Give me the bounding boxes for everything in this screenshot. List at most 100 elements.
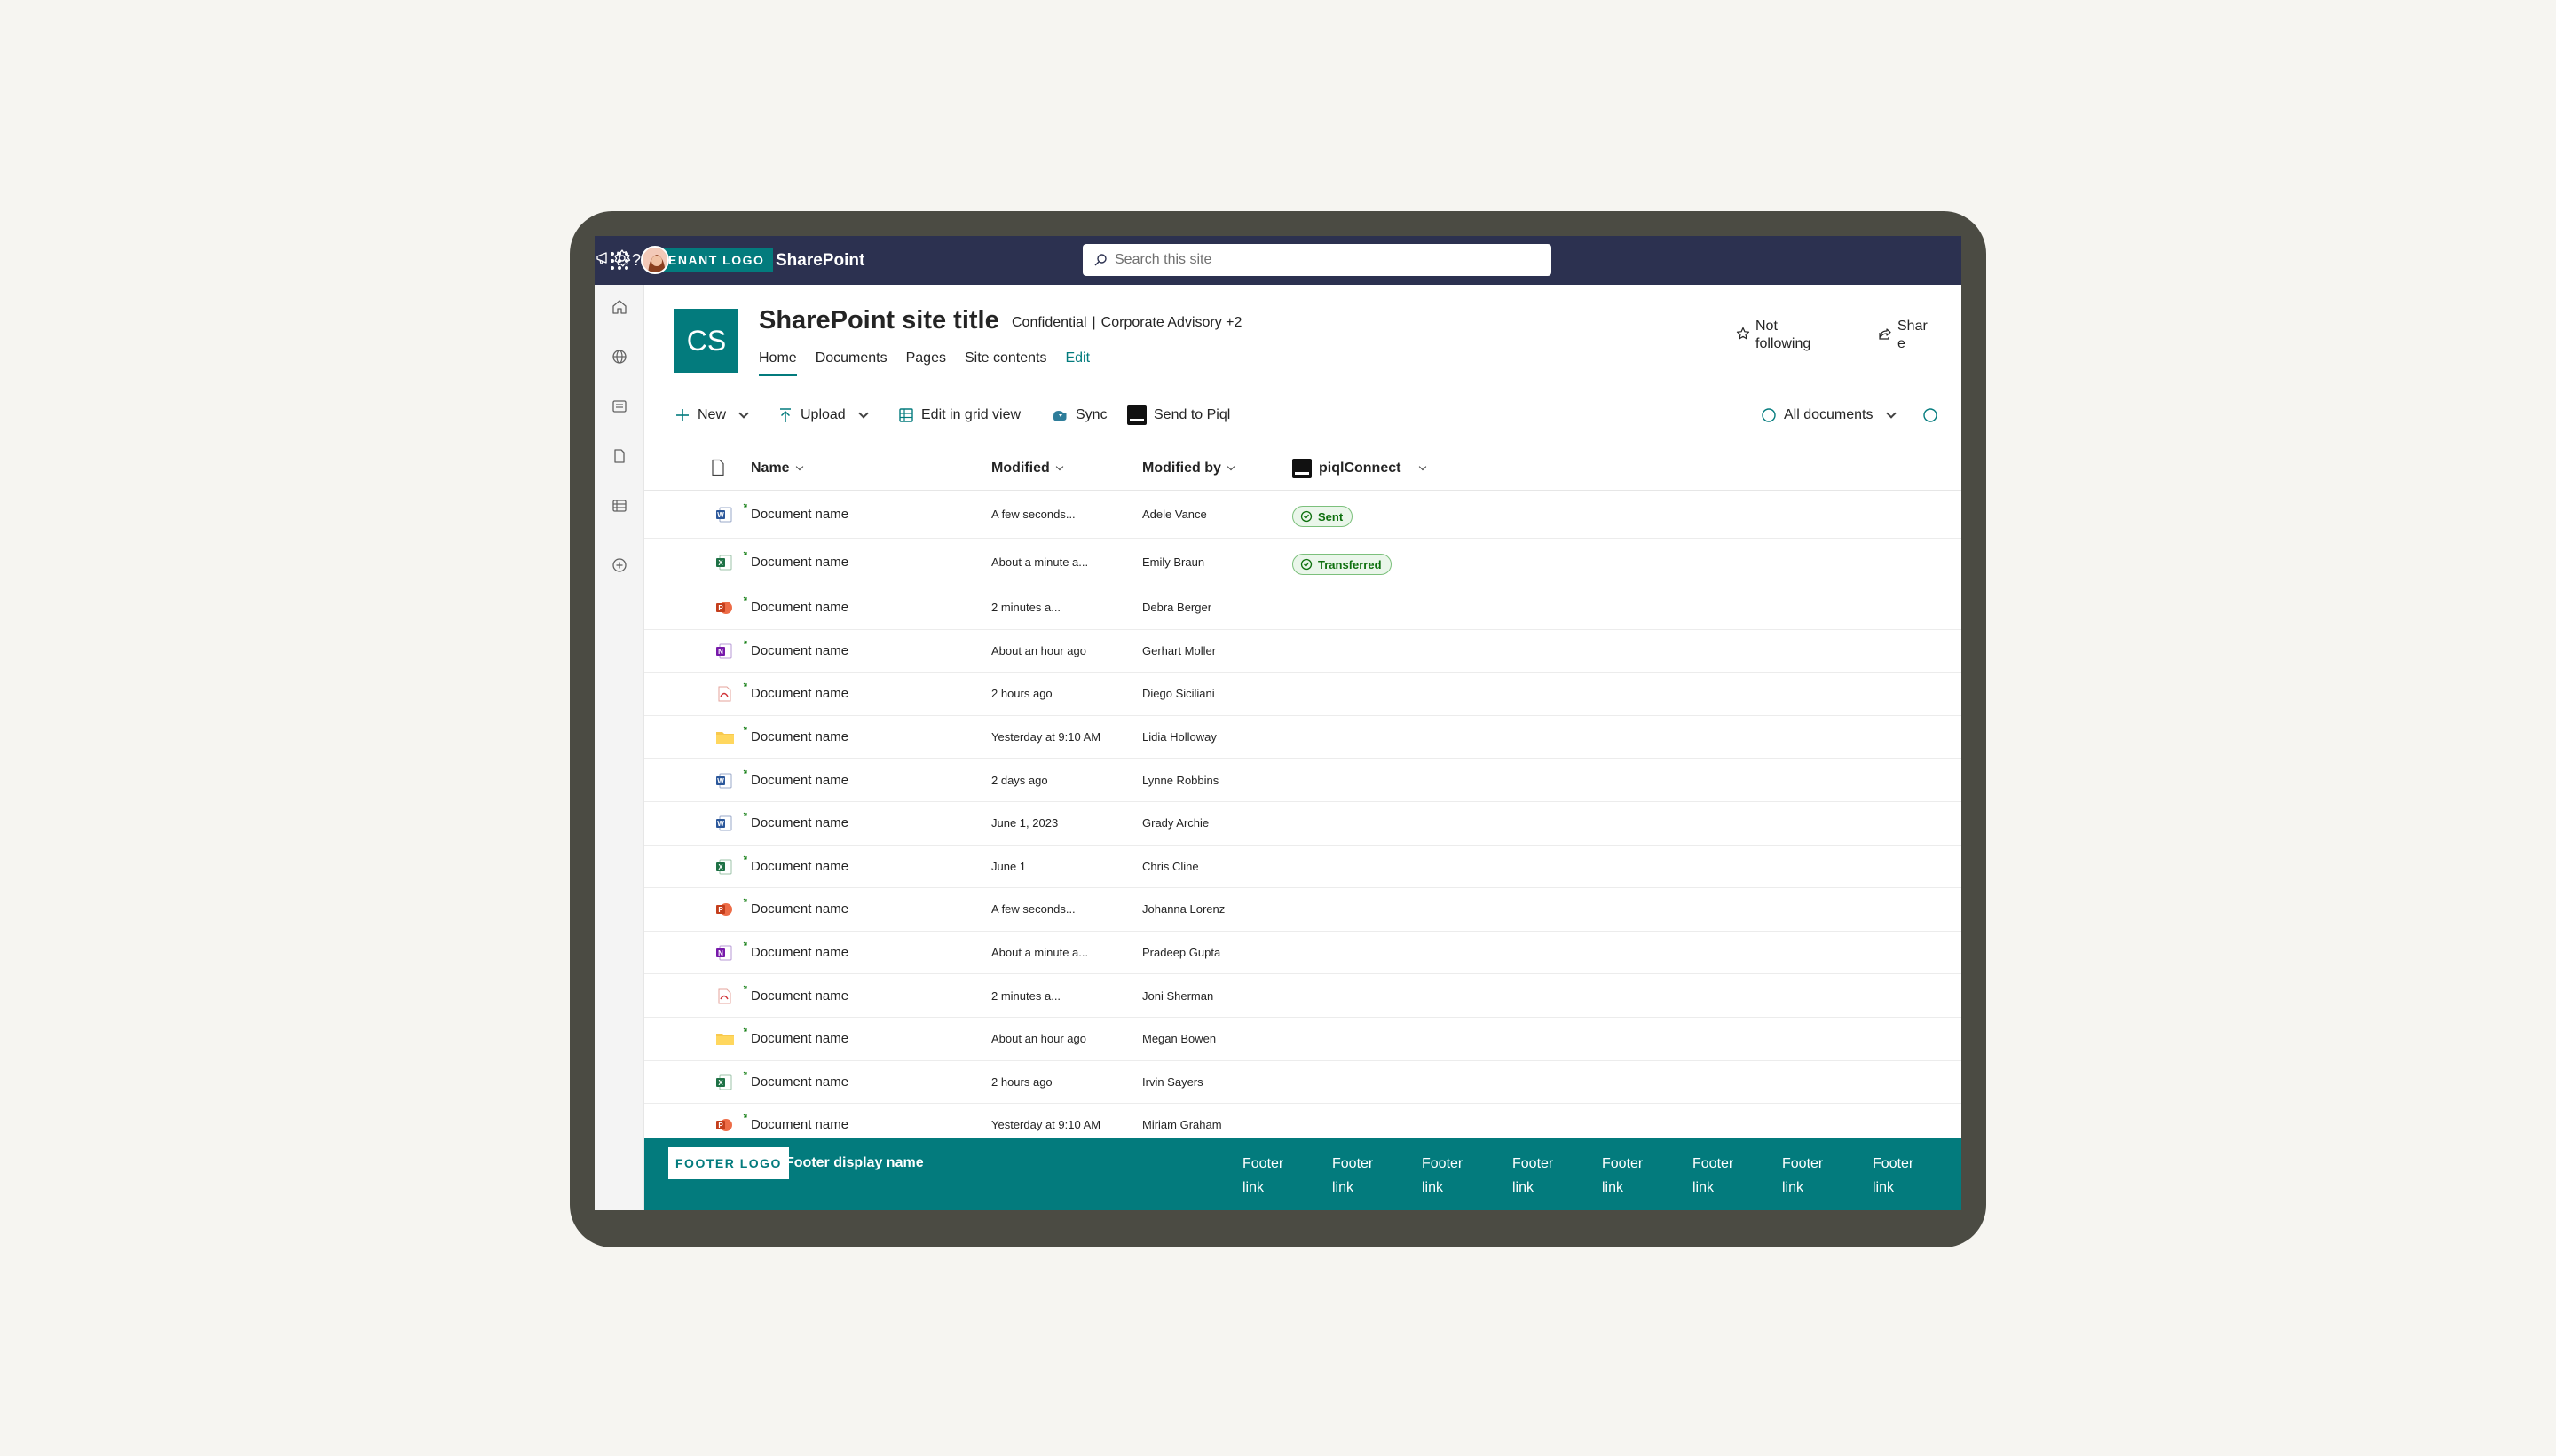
document-name-link[interactable]: Document name — [751, 507, 848, 523]
modified-cell: 2 hours ago — [991, 687, 1053, 701]
modified-by-cell[interactable]: Chris Cline — [1142, 859, 1199, 875]
document-name-link[interactable]: Document name — [751, 1117, 848, 1133]
new-button[interactable]: New — [674, 402, 749, 429]
document-name-link[interactable]: Document name — [751, 555, 848, 571]
footer-link[interactable]: Footer link — [1782, 1152, 1835, 1200]
modified-by-cell[interactable]: Gerhart Moller — [1142, 643, 1216, 659]
footer-link[interactable]: Footer link — [1873, 1152, 1926, 1200]
document-name-link[interactable]: Document name — [751, 1074, 848, 1090]
table-row[interactable]: X Document name June 1 Chris Cline — [644, 846, 1961, 889]
modified-by-cell[interactable]: Miriam Graham — [1142, 1117, 1222, 1133]
table-row[interactable]: X Document name About a minute a... Emily B… — [644, 539, 1961, 586]
add-icon[interactable] — [610, 555, 629, 575]
modified-cell: About an hour ago — [991, 643, 1086, 657]
table-row[interactable]: N Document name About a minute a... Pradeep… — [644, 932, 1961, 975]
share-button[interactable]: Share — [1878, 318, 1933, 353]
modified-by-cell[interactable]: Grady Archie — [1142, 815, 1209, 831]
file-icon[interactable] — [610, 446, 629, 466]
modified-by-cell[interactable]: Adele Vance — [1142, 507, 1207, 523]
send-to-piql-button[interactable]: Send to Piql — [1127, 402, 1230, 429]
nav-site-contents[interactable]: Site contents — [965, 348, 1047, 376]
document-name-link[interactable]: Document name — [751, 901, 848, 917]
nav-pages[interactable]: Pages — [906, 348, 946, 376]
table-row[interactable]: W Document name 2 days ago Lynne Robbins — [644, 759, 1961, 802]
search-box[interactable] — [1083, 244, 1551, 276]
table-row[interactable]: W Document name June 1, 2023 Grady Archie — [644, 802, 1961, 846]
site-footer: FOOTER LOGO Footer display name Footer l… — [644, 1138, 1961, 1210]
document-name-link[interactable]: Document name — [751, 988, 848, 1004]
site-title[interactable]: SharePoint site title — [759, 304, 999, 336]
edit-grid-view-button[interactable]: Edit in grid view — [898, 402, 1021, 429]
site-logo[interactable]: CS — [674, 309, 738, 373]
waffle-icon[interactable] — [611, 252, 628, 270]
nav-edit-link[interactable]: Edit — [1065, 348, 1090, 376]
group-label[interactable]: Corporate Advisory +2 — [1101, 313, 1242, 333]
modified-by-cell[interactable]: Lidia Holloway — [1142, 729, 1217, 745]
table-row[interactable]: Document name 2 minutes a... Joni Sherman — [644, 974, 1961, 1018]
table-row[interactable]: P Document name 2 minutes a... Debra Berger — [644, 586, 1961, 630]
document-name-link[interactable]: Document name — [751, 1031, 848, 1047]
modified-by-cell[interactable]: Pradeep Gupta — [1142, 945, 1220, 961]
table-row[interactable]: Document name About an hour ago Megan Bowe… — [644, 1018, 1961, 1061]
footer-link[interactable]: Footer link — [1242, 1152, 1296, 1200]
footer-logo[interactable]: FOOTER LOGO — [668, 1147, 789, 1179]
nav-documents[interactable]: Documents — [816, 348, 888, 376]
search-input[interactable] — [1115, 252, 1532, 268]
site-navigation: Home Documents Pages Site contents Edit — [759, 348, 1090, 376]
document-name-link[interactable]: Document name — [751, 945, 848, 961]
document-name-link[interactable]: Document name — [751, 600, 848, 616]
document-name-link[interactable]: Document name — [751, 729, 848, 745]
table-row[interactable]: Document name 2 hours ago Diego Siciliani — [644, 673, 1961, 716]
footer-display-name: Footer display name — [785, 1155, 924, 1170]
modified-by-cell[interactable]: Irvin Sayers — [1142, 1074, 1203, 1090]
details-pane-button[interactable] — [1922, 402, 1938, 429]
footer-link[interactable]: Footer link — [1332, 1152, 1385, 1200]
view-selector[interactable]: All documents — [1761, 402, 1897, 429]
table-row[interactable]: W Document name A few seconds... Adele Vanc… — [644, 491, 1961, 539]
modified-by-cell[interactable]: Joni Sherman — [1142, 988, 1213, 1004]
share-icon — [1879, 328, 1891, 340]
excel-file-icon: X — [715, 1074, 732, 1090]
footer-link[interactable]: Footer link — [1692, 1152, 1746, 1200]
footer-link[interactable]: Footer link — [1422, 1152, 1475, 1200]
document-name-link[interactable]: Document name — [751, 643, 848, 659]
document-name-link[interactable]: Document name — [751, 773, 848, 789]
table-row[interactable]: Document name Yesterday at 9:10 AM Lidia H… — [644, 716, 1961, 759]
follow-label: Not following — [1755, 319, 1811, 351]
home-icon[interactable] — [610, 297, 629, 317]
megaphone-icon[interactable] — [595, 249, 612, 272]
footer-link[interactable]: Footer link — [1602, 1152, 1655, 1200]
upload-button[interactable]: Upload — [777, 402, 869, 429]
footer-link[interactable]: Footer link — [1512, 1152, 1566, 1200]
piql-column-header[interactable]: piqlConnect — [1292, 459, 1427, 478]
modified-by-cell[interactable]: Emily Braun — [1142, 555, 1204, 571]
pdf-file-icon — [715, 988, 731, 1004]
modified-by-cell[interactable]: Megan Bowen — [1142, 1031, 1216, 1047]
list-icon[interactable] — [610, 496, 629, 516]
news-icon[interactable] — [610, 397, 629, 416]
table-row[interactable]: X Document name 2 hours ago Irvin Sayers — [644, 1061, 1961, 1105]
sync-button[interactable]: Sync — [1051, 402, 1108, 429]
document-name-link[interactable]: Document name — [751, 815, 848, 831]
modified-by-cell[interactable]: Debra Berger — [1142, 600, 1211, 616]
word-file-icon: W — [715, 773, 732, 789]
help-icon[interactable]: ? — [632, 251, 641, 270]
name-column-header[interactable]: Name — [751, 459, 803, 478]
follow-button[interactable]: Not following — [1736, 318, 1826, 353]
modified-column-header[interactable]: Modified — [991, 459, 1064, 478]
table-row[interactable]: N Document name About an hour ago Gerhart M… — [644, 630, 1961, 673]
document-name-link[interactable]: Document name — [751, 859, 848, 875]
file-type-header[interactable] — [710, 459, 726, 476]
globe-icon[interactable] — [610, 347, 629, 366]
nav-home[interactable]: Home — [759, 348, 797, 376]
modified-by-column-header[interactable]: Modified by — [1142, 459, 1235, 478]
table-row[interactable]: P Document name A few seconds... Johanna Lo… — [644, 888, 1961, 932]
tablet-frame: TENANT LOGO SharePoint ? — [570, 211, 1986, 1247]
modified-by-cell[interactable]: Diego Siciliani — [1142, 686, 1215, 702]
app-name[interactable]: SharePoint — [776, 249, 864, 272]
document-name-link[interactable]: Document name — [751, 686, 848, 702]
modified-by-cell[interactable]: Lynne Robbins — [1142, 773, 1219, 789]
modified-by-cell[interactable]: Johanna Lorenz — [1142, 901, 1225, 917]
modified-cell: 2 minutes a... — [991, 601, 1061, 615]
svg-text:W: W — [717, 511, 724, 519]
